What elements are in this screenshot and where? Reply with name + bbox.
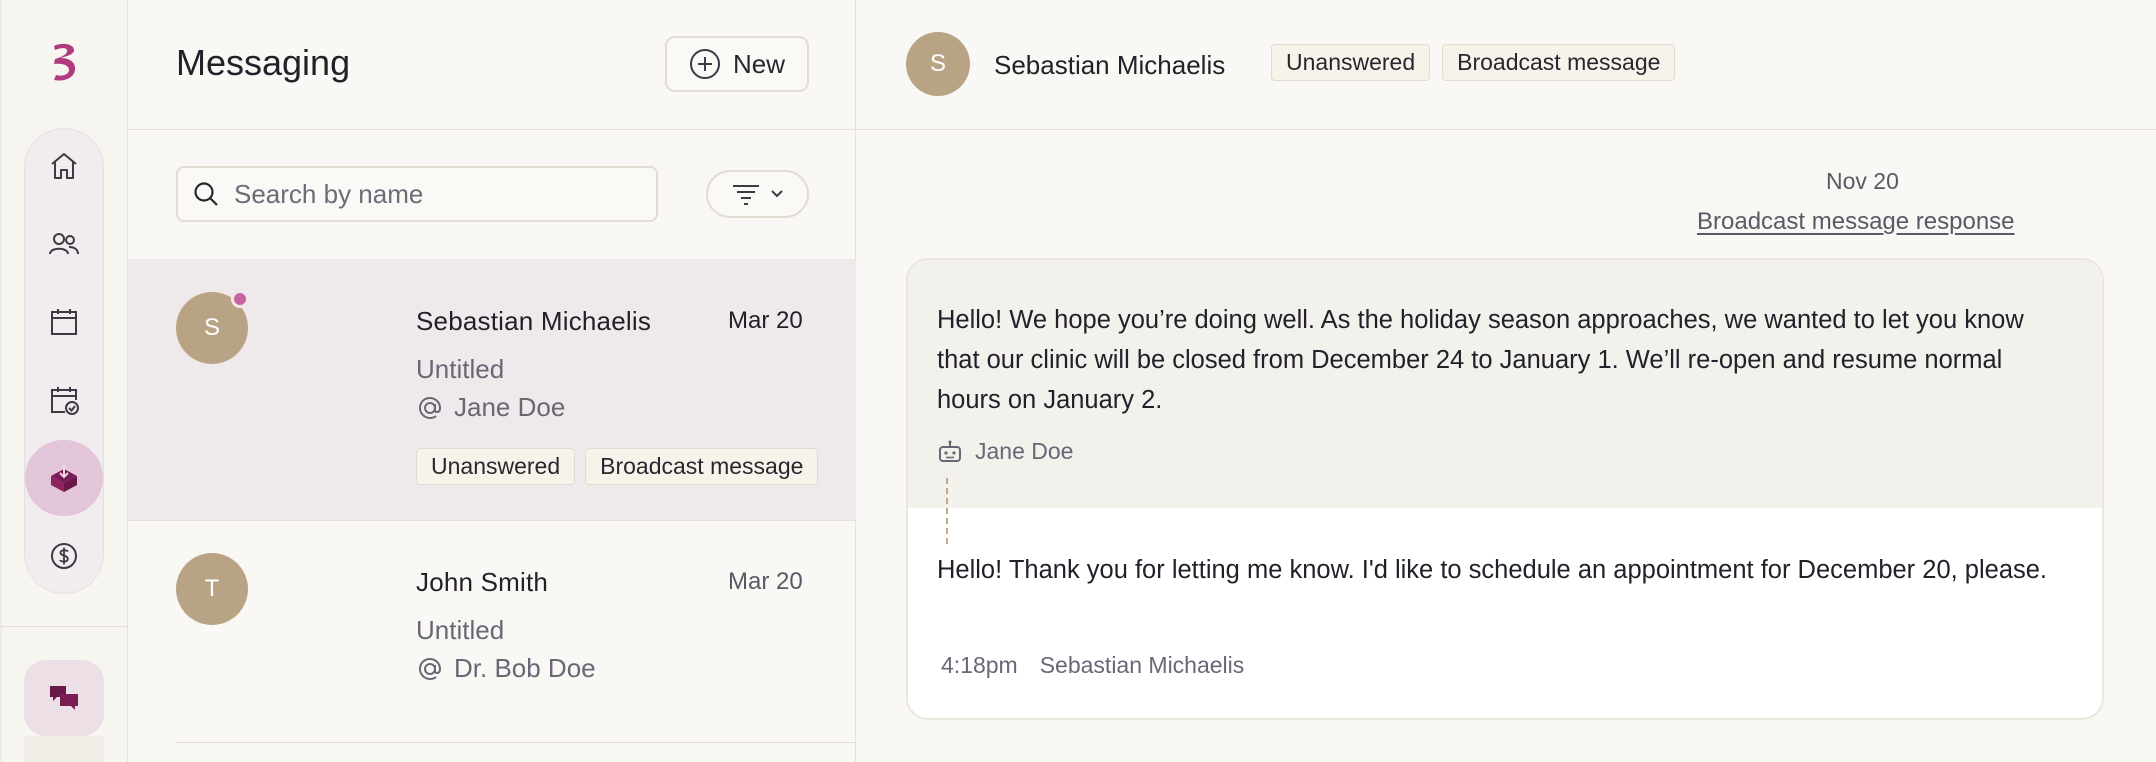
inbox-icon xyxy=(51,465,77,492)
brand-logo-icon[interactable] xyxy=(44,40,84,86)
unread-indicator xyxy=(231,290,249,308)
avatar: T xyxy=(176,553,248,625)
nav-rail xyxy=(0,0,128,762)
at-icon xyxy=(418,657,442,680)
filter-button[interactable] xyxy=(706,170,809,218)
conversation-assignee: Jane Doe xyxy=(416,392,565,423)
nav-calendar[interactable] xyxy=(25,284,103,360)
broadcast-sender: Jane Doe xyxy=(937,438,1073,465)
conversation-date: Mar 20 xyxy=(728,307,803,334)
chevron-down-icon xyxy=(770,190,783,198)
page-title: Messaging xyxy=(176,42,351,83)
conversation-tags: Unanswered Broadcast message xyxy=(416,448,819,485)
broadcast-badge: Broadcast message xyxy=(585,448,819,485)
list-header: Messaging New xyxy=(128,0,856,130)
reply-time: 4:18pm xyxy=(941,652,1018,678)
new-button-label: New xyxy=(732,48,785,79)
status-badge: Unanswered xyxy=(416,448,576,485)
conversation-subject: Untitled xyxy=(416,354,505,384)
thread-connector xyxy=(946,478,948,544)
dollar-icon xyxy=(51,543,77,569)
nav-appointments[interactable] xyxy=(25,362,103,438)
robot-icon xyxy=(939,440,961,462)
broadcast-message: Hello! We hope you’re doing well. As the… xyxy=(908,260,2102,508)
rail-divider xyxy=(0,626,128,627)
search-input[interactable] xyxy=(234,178,634,210)
status-badge: Unanswered xyxy=(1271,44,1431,81)
rail-footer xyxy=(24,736,104,762)
broadcast-response-link[interactable]: Broadcast message response xyxy=(1697,208,2015,236)
date-separator: Nov 20 xyxy=(1826,168,1899,194)
conversation-subject: Untitled xyxy=(416,615,505,645)
conversation-date: Mar 20 xyxy=(728,568,803,595)
message-thread-card: Hello! We hope you’re doing well. As the… xyxy=(906,258,2104,720)
conversation-name: Sebastian Michaelis xyxy=(416,306,652,336)
search-field[interactable] xyxy=(176,166,658,222)
reply-meta: 4:18pm Sebastian Michaelis xyxy=(941,652,1244,679)
calendar-check-icon xyxy=(51,387,79,415)
search-icon xyxy=(194,182,218,206)
row-divider xyxy=(176,742,856,743)
conversation-list-pane: Messaging New S Sebastian Michaelis Mar … xyxy=(128,0,856,762)
chat-bubbles-icon xyxy=(50,686,78,710)
conversation-name: John Smith xyxy=(416,567,549,597)
plus-circle-icon xyxy=(689,49,720,79)
conversation-pane: S Sebastian Michaelis Unanswered Broadca… xyxy=(856,0,2156,762)
conversation-assignee: Dr. Bob Doe xyxy=(416,653,596,684)
filter-icon xyxy=(732,185,759,205)
home-icon xyxy=(51,153,77,179)
contact-name[interactable]: Sebastian Michaelis xyxy=(994,50,1225,81)
broadcast-message-text: Hello! We hope you’re doing well. As the… xyxy=(937,306,2024,414)
people-icon xyxy=(49,233,79,255)
new-message-button[interactable]: New xyxy=(665,36,809,92)
avatar: S xyxy=(906,32,970,96)
assignee-name: Jane Doe xyxy=(454,392,566,422)
nav-home[interactable] xyxy=(25,128,103,204)
calendar-icon xyxy=(51,309,77,335)
chat-button[interactable] xyxy=(24,660,104,736)
conversation-tags: Unanswered Broadcast message xyxy=(1271,44,1676,81)
nav-messaging[interactable] xyxy=(25,440,103,516)
broadcast-sender-name: Jane Doe xyxy=(975,438,1074,464)
broadcast-badge: Broadcast message xyxy=(1442,44,1676,81)
at-icon xyxy=(418,396,442,419)
nav-people[interactable] xyxy=(25,206,103,282)
reply-sender: Sebastian Michaelis xyxy=(1039,652,1245,678)
nav-billing[interactable] xyxy=(25,518,103,594)
rail-edge xyxy=(0,0,2,762)
conversation-header: S Sebastian Michaelis Unanswered Broadca… xyxy=(856,0,2156,130)
reply-message-text: Hello! Thank you for letting me know. I'… xyxy=(937,556,2048,584)
assignee-name: Dr. Bob Doe xyxy=(454,653,596,683)
